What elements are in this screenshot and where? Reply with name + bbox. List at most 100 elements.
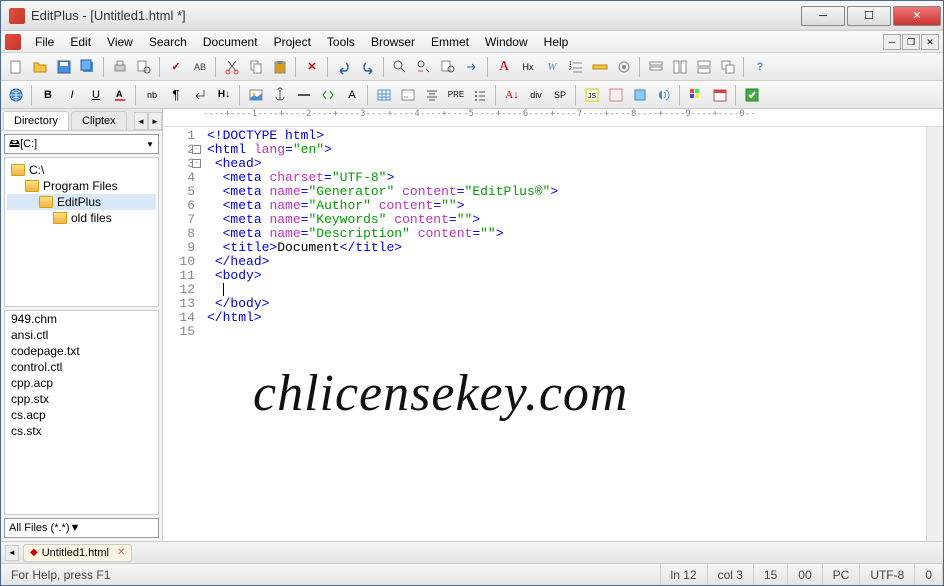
- undo-button[interactable]: [333, 56, 355, 78]
- print-button[interactable]: [109, 56, 131, 78]
- hr-button[interactable]: [293, 84, 315, 106]
- file-item[interactable]: cs.stx: [5, 423, 158, 439]
- nbsp-button[interactable]: nb: [141, 84, 163, 106]
- form-button[interactable]: [397, 84, 419, 106]
- help-button[interactable]: ?: [749, 56, 771, 78]
- preferences-button[interactable]: [613, 56, 635, 78]
- code-line[interactable]: <meta name="Author" content="">: [207, 199, 922, 213]
- fold-toggle[interactable]: -: [192, 145, 201, 154]
- file-item[interactable]: cs.acp: [5, 407, 158, 423]
- applet-button[interactable]: [605, 84, 627, 106]
- font-button[interactable]: A: [493, 56, 515, 78]
- paste-button[interactable]: [269, 56, 291, 78]
- maximize-button[interactable]: ☐: [847, 6, 891, 26]
- code-line[interactable]: <meta name="Generator" content="EditPlus…: [207, 185, 922, 199]
- paragraph-button[interactable]: ¶: [165, 84, 187, 106]
- line-number-gutter[interactable]: 12-3-456789101112▶131415: [163, 127, 203, 541]
- menu-view[interactable]: View: [99, 33, 141, 51]
- menu-file[interactable]: File: [27, 33, 62, 51]
- date-button[interactable]: [709, 84, 731, 106]
- char-button[interactable]: A: [341, 84, 363, 106]
- menu-window[interactable]: Window: [477, 33, 536, 51]
- spell-check-button[interactable]: ✓: [165, 56, 187, 78]
- line-number-button[interactable]: 12: [565, 56, 587, 78]
- pre-button[interactable]: PRE: [445, 84, 467, 106]
- anchor-button[interactable]: [269, 84, 291, 106]
- code-line[interactable]: <!DOCTYPE html>: [207, 129, 922, 143]
- find-in-files-button[interactable]: [437, 56, 459, 78]
- sidebar-tab-next-button[interactable]: ►: [148, 112, 162, 130]
- drive-combo[interactable]: 🖴 [C:] ▼: [4, 134, 159, 154]
- span-button[interactable]: SP: [549, 84, 571, 106]
- heading-button[interactable]: H↓: [213, 84, 235, 106]
- sidebar-tab-directory[interactable]: Directory: [3, 111, 69, 130]
- new-file-button[interactable]: [5, 56, 27, 78]
- status-linebreak[interactable]: PC: [823, 564, 861, 585]
- tile-v-button[interactable]: [693, 56, 715, 78]
- code-line[interactable]: <meta charset="UTF-8">: [207, 171, 922, 185]
- doc-tab-prev-button[interactable]: ◄: [5, 545, 19, 561]
- window-list-button[interactable]: [645, 56, 667, 78]
- sidebar-tab-prev-button[interactable]: ◄: [134, 112, 148, 130]
- mdi-minimize-button[interactable]: ─: [883, 34, 901, 50]
- save-button[interactable]: [53, 56, 75, 78]
- mdi-close-button[interactable]: ✕: [921, 34, 939, 50]
- fold-toggle[interactable]: -: [192, 159, 201, 168]
- status-encoding[interactable]: UTF-8: [860, 564, 915, 585]
- br-button[interactable]: [189, 84, 211, 106]
- print-preview-button[interactable]: [133, 56, 155, 78]
- hex-button[interactable]: Hx: [517, 56, 539, 78]
- script-button[interactable]: JS: [581, 84, 603, 106]
- code-line[interactable]: <title>Document</title>: [207, 241, 922, 255]
- underline-button[interactable]: U: [85, 84, 107, 106]
- code-line[interactable]: </html>: [207, 311, 922, 325]
- find-button[interactable]: [389, 56, 411, 78]
- save-all-button[interactable]: [77, 56, 99, 78]
- bold-button[interactable]: B: [37, 84, 59, 106]
- image-button[interactable]: [245, 84, 267, 106]
- italic-button[interactable]: I: [61, 84, 83, 106]
- font-tag-button[interactable]: A↓: [501, 84, 523, 106]
- cut-button[interactable]: [221, 56, 243, 78]
- file-list[interactable]: 949.chmansi.ctlcodepage.txtcontrol.ctlcp…: [4, 310, 159, 515]
- palette-button[interactable]: [685, 84, 707, 106]
- menu-browser[interactable]: Browser: [363, 33, 423, 51]
- replace-button[interactable]: [413, 56, 435, 78]
- sound-button[interactable]: [653, 84, 675, 106]
- menu-emmet[interactable]: Emmet: [423, 33, 477, 51]
- code-line[interactable]: <html lang="en">: [207, 143, 922, 157]
- font-color-button[interactable]: A: [109, 84, 131, 106]
- close-button[interactable]: ✕: [893, 6, 941, 26]
- tree-node[interactable]: Program Files: [7, 178, 156, 194]
- table-button[interactable]: [373, 84, 395, 106]
- word-wrap-button[interactable]: W: [541, 56, 563, 78]
- mdi-restore-button[interactable]: ❐: [902, 34, 920, 50]
- spell-options-button[interactable]: AB: [189, 56, 211, 78]
- code-line[interactable]: <head>: [207, 157, 922, 171]
- code-line[interactable]: <body>: [207, 269, 922, 283]
- open-file-button[interactable]: [29, 56, 51, 78]
- file-item[interactable]: cpp.acp: [5, 375, 158, 391]
- object-button[interactable]: [629, 84, 651, 106]
- close-tab-button[interactable]: ✕: [117, 547, 125, 558]
- redo-button[interactable]: [357, 56, 379, 78]
- list-button[interactable]: [469, 84, 491, 106]
- validate-button[interactable]: [741, 84, 763, 106]
- copy-button[interactable]: [245, 56, 267, 78]
- code-line[interactable]: [207, 325, 922, 339]
- menu-project[interactable]: Project: [266, 33, 319, 51]
- code-line[interactable]: <meta name="Description" content="">: [207, 227, 922, 241]
- sidebar-tab-cliptext[interactable]: Cliptex: [71, 111, 127, 130]
- goto-button[interactable]: [461, 56, 483, 78]
- tree-node[interactable]: old files: [7, 210, 156, 226]
- vertical-scrollbar[interactable]: [926, 127, 943, 541]
- file-filter-combo[interactable]: All Files (*.*) ▼: [4, 518, 159, 538]
- cascade-button[interactable]: [717, 56, 739, 78]
- file-item[interactable]: 949.chm: [5, 311, 158, 327]
- code-line[interactable]: [207, 283, 922, 297]
- menu-edit[interactable]: Edit: [62, 33, 99, 51]
- titlebar[interactable]: EditPlus - [Untitled1.html *] ─ ☐ ✕: [1, 1, 943, 31]
- file-item[interactable]: codepage.txt: [5, 343, 158, 359]
- directory-tree[interactable]: C:\Program FilesEditPlusold files: [4, 157, 159, 307]
- div-button[interactable]: div: [525, 84, 547, 106]
